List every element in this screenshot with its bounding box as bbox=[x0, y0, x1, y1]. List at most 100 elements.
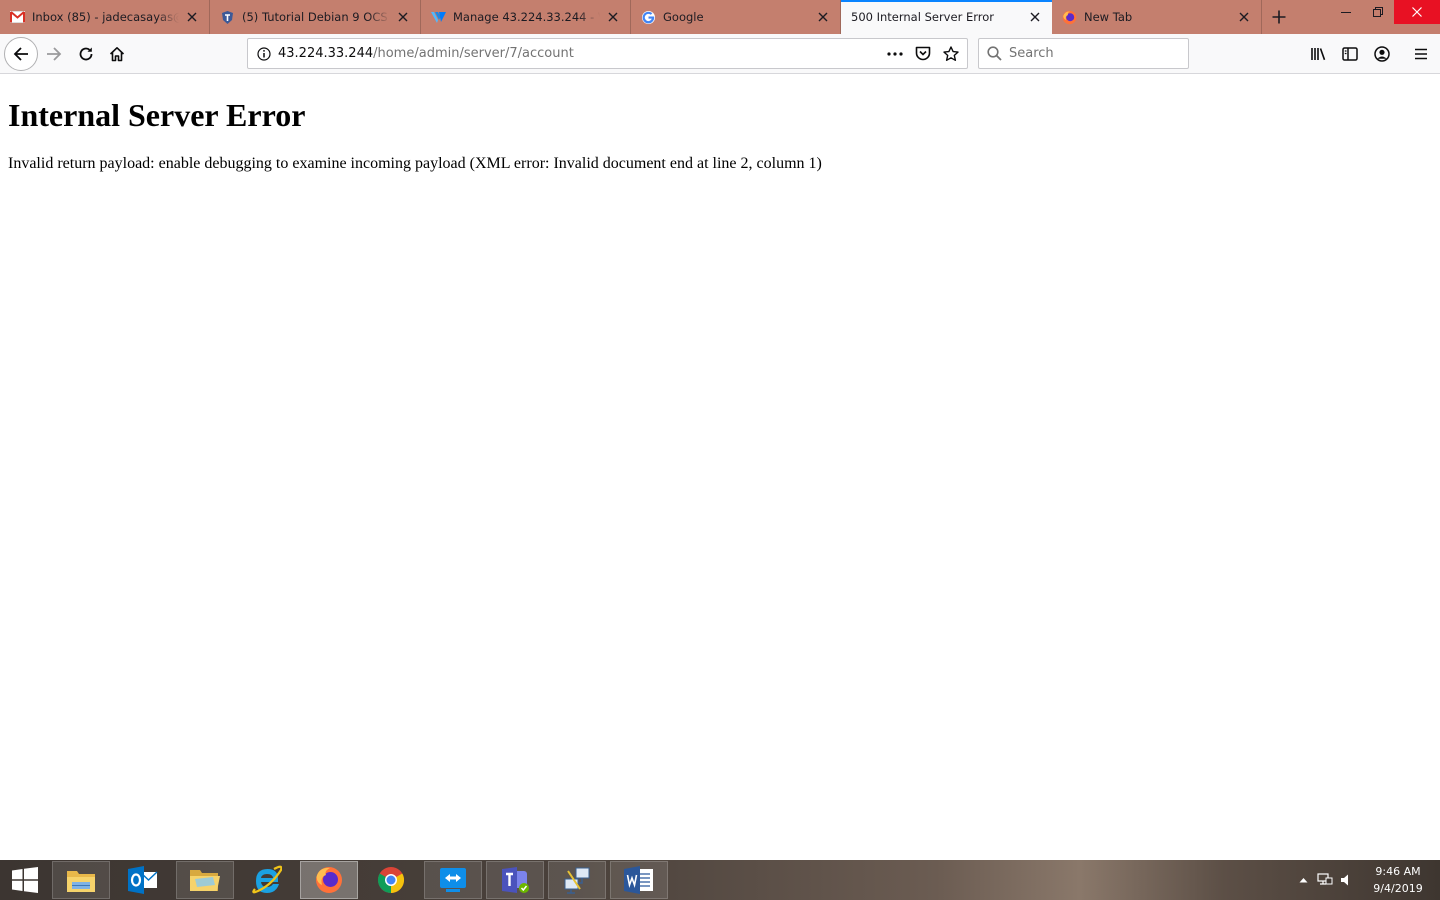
word-icon bbox=[624, 866, 653, 894]
firefox-icon bbox=[1062, 10, 1077, 25]
close-tab-icon[interactable] bbox=[1231, 4, 1257, 30]
system-tray: 9:46 AM 9/4/2019 bbox=[1292, 860, 1440, 900]
back-button[interactable] bbox=[4, 37, 38, 71]
pocket-icon bbox=[915, 46, 931, 61]
sidebar-button[interactable] bbox=[1334, 38, 1366, 70]
back-arrow-icon bbox=[13, 47, 28, 61]
search-bar[interactable] bbox=[978, 38, 1189, 69]
search-icon bbox=[979, 46, 1009, 61]
taskbar-file-explorer[interactable] bbox=[52, 861, 110, 899]
show-hidden-icons-button[interactable] bbox=[1292, 860, 1314, 900]
clock-time: 9:46 AM bbox=[1375, 865, 1421, 878]
pocket-button[interactable] bbox=[909, 39, 937, 68]
tab-strip: Inbox (85) - jadecasayas@gmail.com (5) T… bbox=[0, 0, 1440, 34]
teamviewer-icon bbox=[440, 868, 466, 892]
taskbar-folder[interactable] bbox=[176, 861, 234, 899]
taskbar-firefox[interactable] bbox=[300, 861, 358, 899]
navigation-toolbar: 43.224.33.244/home/admin/server/7/accoun… bbox=[0, 34, 1440, 74]
tab-google[interactable]: Google bbox=[631, 0, 841, 34]
taskbar-internet-explorer[interactable] bbox=[238, 861, 296, 899]
teams-icon bbox=[502, 867, 529, 893]
chrome-icon bbox=[377, 867, 405, 894]
site-info-icon[interactable] bbox=[250, 46, 278, 61]
url-path: /home/admin/server/7/account bbox=[373, 46, 574, 61]
tab-title: Manage 43.224.33.244 - Vultr.com bbox=[453, 10, 600, 24]
forward-arrow-icon bbox=[47, 47, 62, 61]
close-icon bbox=[1412, 7, 1422, 17]
search-input[interactable] bbox=[1009, 46, 1179, 61]
minimize-icon bbox=[1341, 12, 1351, 13]
reload-button[interactable] bbox=[70, 38, 102, 70]
close-tab-icon[interactable] bbox=[810, 4, 836, 30]
clock-date: 9/4/2019 bbox=[1373, 882, 1423, 895]
chevron-up-icon bbox=[1299, 878, 1307, 883]
tab-title: New Tab bbox=[1084, 10, 1133, 24]
tab-title: 500 Internal Server Error bbox=[851, 10, 994, 24]
tab-vultr[interactable]: Manage 43.224.33.244 - Vultr.com bbox=[421, 0, 631, 34]
taskbar-outlook[interactable] bbox=[114, 861, 172, 899]
forward-button[interactable] bbox=[38, 38, 70, 70]
library-button[interactable] bbox=[1302, 38, 1334, 70]
vultr-icon bbox=[431, 10, 446, 25]
close-tab-icon[interactable] bbox=[179, 4, 205, 30]
internet-explorer-icon bbox=[252, 865, 282, 894]
close-tab-icon[interactable] bbox=[600, 4, 626, 30]
account-button[interactable] bbox=[1366, 38, 1398, 70]
tab-title: (5) Tutorial Debian 9 OCS Panel bbox=[242, 10, 390, 24]
bookmark-star-button[interactable] bbox=[937, 39, 965, 68]
plus-icon bbox=[1272, 10, 1286, 24]
tab-title: Inbox (85) - jadecasayas@gmail.com bbox=[32, 10, 179, 24]
close-tab-icon[interactable] bbox=[1022, 4, 1048, 30]
network-status-icon bbox=[1317, 873, 1333, 885]
page-content: Internal Server Error Invalid return pay… bbox=[0, 75, 1440, 860]
tab-error-active[interactable]: 500 Internal Server Error bbox=[841, 0, 1052, 34]
network-status-button[interactable] bbox=[1314, 860, 1336, 900]
tab-title: Google bbox=[663, 10, 704, 24]
sidebar-icon bbox=[1342, 47, 1358, 61]
close-tab-icon[interactable] bbox=[390, 4, 416, 30]
tab-new-tab[interactable]: New Tab bbox=[1052, 0, 1262, 34]
taskbar-network[interactable] bbox=[548, 861, 606, 899]
reload-icon bbox=[79, 47, 93, 61]
firefox-icon bbox=[316, 867, 342, 893]
account-icon bbox=[1374, 46, 1390, 62]
windows-taskbar: 9:46 AM 9/4/2019 bbox=[0, 860, 1440, 900]
taskbar-teamviewer[interactable] bbox=[424, 861, 482, 899]
network-icon bbox=[564, 867, 590, 894]
tab-tutorial[interactable]: (5) Tutorial Debian 9 OCS Panel bbox=[210, 0, 421, 34]
google-icon bbox=[641, 10, 656, 25]
home-icon bbox=[109, 47, 125, 62]
url-actions bbox=[881, 39, 965, 68]
speaker-icon bbox=[1341, 874, 1348, 886]
minimize-button[interactable] bbox=[1330, 0, 1362, 24]
volume-button[interactable] bbox=[1336, 860, 1358, 900]
taskbar-word[interactable] bbox=[610, 861, 668, 899]
tab-gmail[interactable]: Inbox (85) - jadecasayas@gmail.com bbox=[0, 0, 210, 34]
site-logo-icon bbox=[220, 10, 235, 25]
gmail-icon bbox=[10, 10, 25, 25]
error-heading: Internal Server Error bbox=[8, 97, 306, 133]
new-tab-button[interactable] bbox=[1262, 0, 1296, 34]
page-actions-button[interactable] bbox=[881, 39, 909, 68]
error-message: Invalid return payload: enable debugging… bbox=[8, 155, 822, 172]
windows-start-icon bbox=[12, 867, 38, 893]
folder-icon bbox=[190, 870, 220, 891]
taskbar-teams[interactable] bbox=[486, 861, 544, 899]
restore-icon bbox=[1373, 7, 1383, 17]
url-host: 43.224.33.244 bbox=[278, 46, 374, 61]
more-dots-icon bbox=[887, 51, 903, 56]
outlook-icon bbox=[128, 866, 158, 894]
address-bar[interactable]: 43.224.33.244/home/admin/server/7/accoun… bbox=[247, 38, 968, 69]
menu-button[interactable] bbox=[1405, 38, 1437, 70]
home-button[interactable] bbox=[101, 38, 133, 70]
window-controls bbox=[1330, 0, 1440, 34]
star-icon bbox=[943, 45, 959, 61]
taskbar-clock[interactable]: 9:46 AM 9/4/2019 bbox=[1364, 863, 1432, 897]
url-text[interactable]: 43.224.33.244/home/admin/server/7/accoun… bbox=[278, 46, 574, 61]
window-close-button[interactable] bbox=[1394, 0, 1440, 24]
library-icon bbox=[1310, 48, 1325, 61]
start-button[interactable] bbox=[0, 860, 50, 900]
restore-button[interactable] bbox=[1362, 0, 1394, 24]
taskbar-chrome[interactable] bbox=[362, 861, 420, 899]
file-explorer-icon bbox=[67, 871, 95, 892]
